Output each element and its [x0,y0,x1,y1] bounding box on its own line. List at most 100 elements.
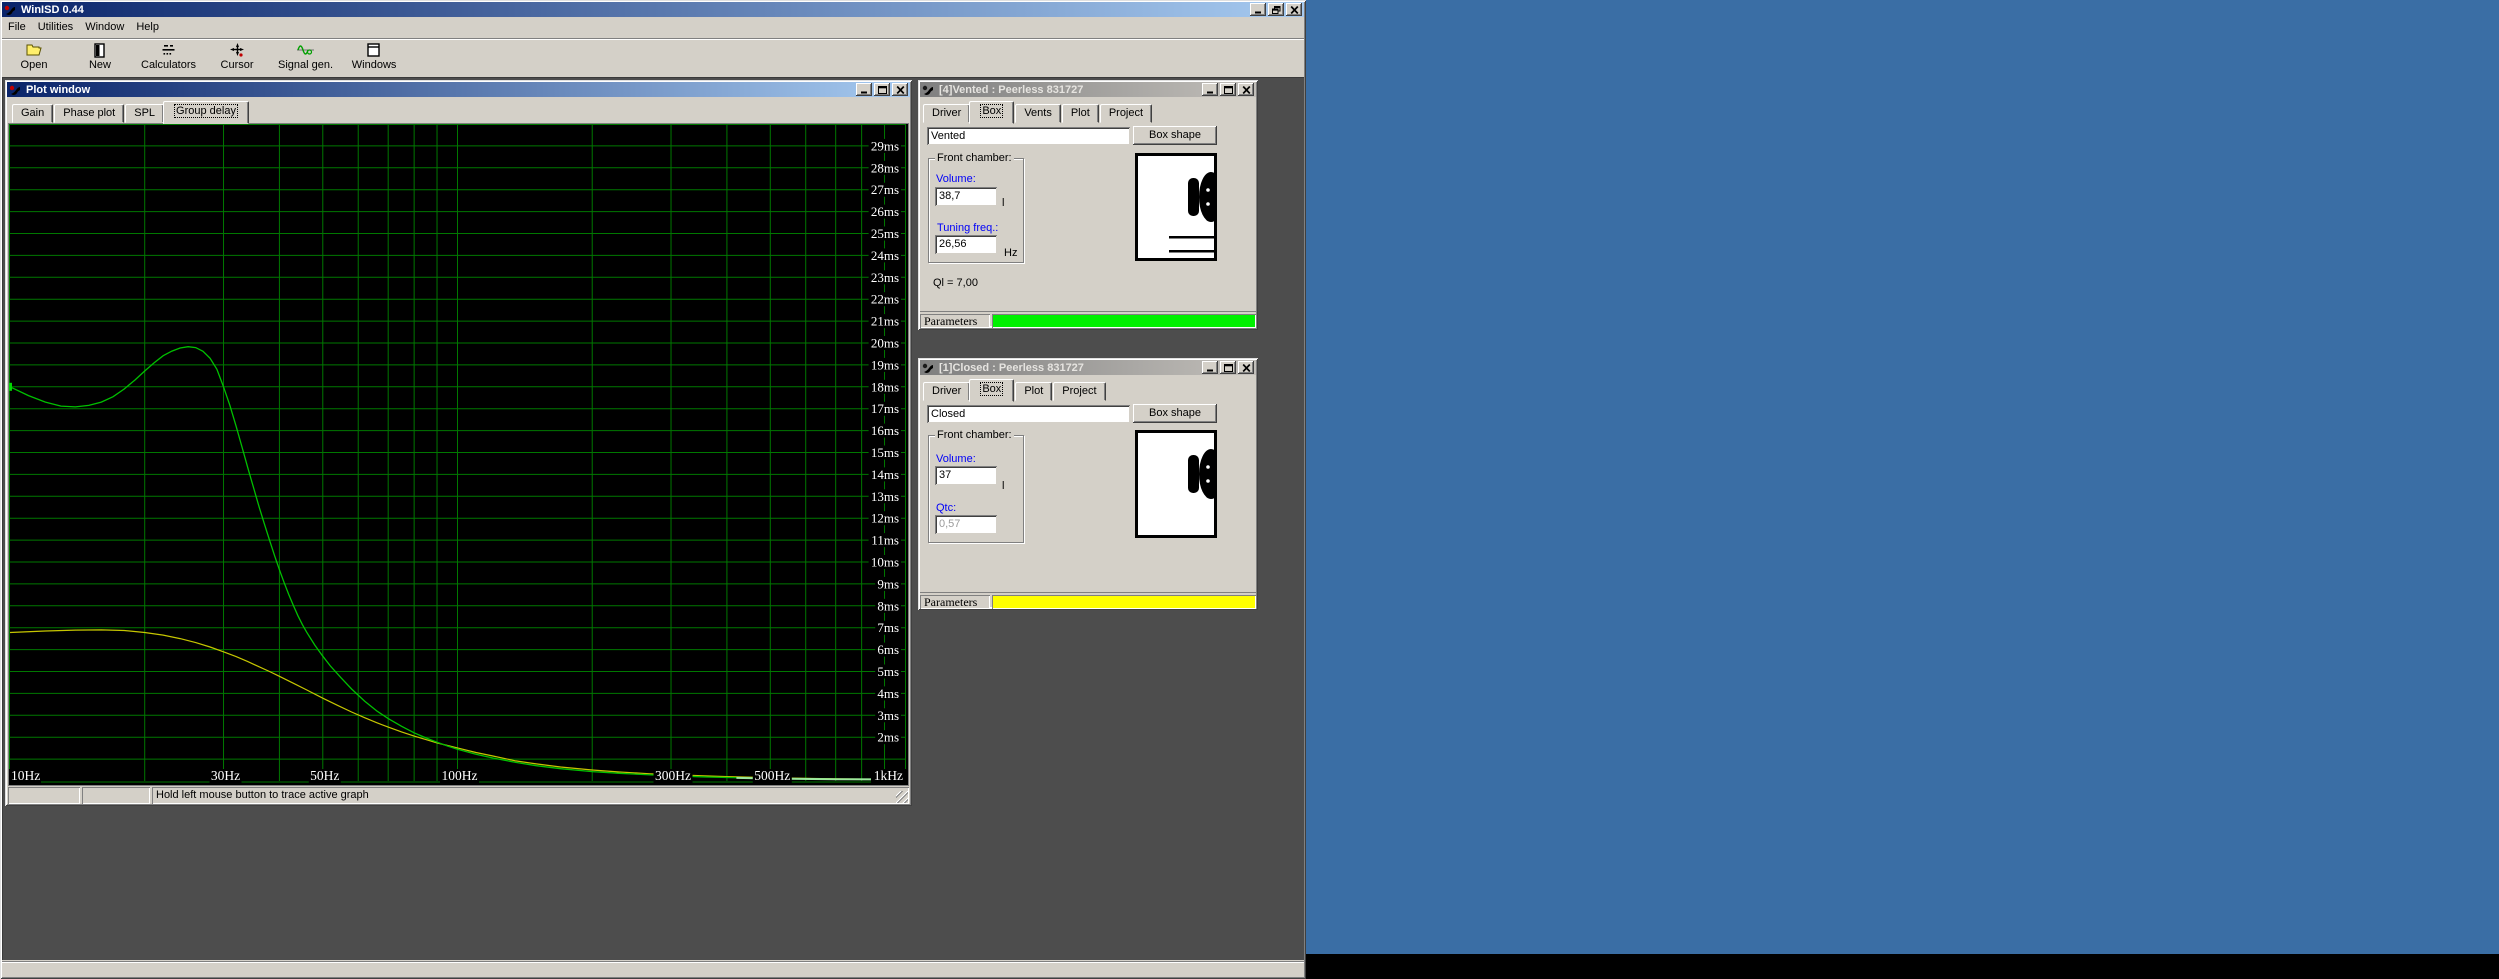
plot-minimize-button[interactable] [856,83,872,96]
toolbar-cursor-button[interactable]: Cursor [209,42,265,71]
toolbar-label: Calculators [141,59,196,71]
svg-text:15ms: 15ms [871,445,899,460]
closed-maximize-button[interactable] [1220,361,1236,374]
calculator-icon [160,42,177,58]
vented-tab-box[interactable]: Box [969,101,1014,124]
window-title: WinISD 0.44 [21,4,84,16]
vented-titlebar[interactable]: [4]Vented : Peerless 831727 [920,82,1256,97]
window-icon [366,42,383,58]
plot-tab-phase-plot[interactable]: Phase plot [54,104,124,123]
svg-text:500Hz: 500Hz [754,768,790,783]
svg-text:11ms: 11ms [871,533,899,548]
group-delay-plot[interactable]: 2ms3ms4ms5ms6ms7ms8ms9ms10ms11ms12ms13ms… [9,124,908,785]
closed-box-shape-button[interactable]: Box shape [1133,404,1217,423]
svg-text:26ms: 26ms [871,204,899,219]
vented-parameters-row: Parameters [920,311,1256,328]
svg-text:8ms: 8ms [877,598,899,613]
closed-box-type-field[interactable]: Closed [927,405,1130,423]
vented-volume-field[interactable]: 38,7 [935,187,997,206]
tuning-freq-label: Tuning freq.: [937,222,998,234]
vented-box-window: [4]Vented : Peerless 831727 DriverBoxVen… [918,80,1258,330]
toolbar-calculators-button[interactable]: Calculators [138,42,199,71]
svg-text:50Hz: 50Hz [310,768,339,783]
vented-tab-plot[interactable]: Plot [1062,104,1099,123]
closed-tab-project[interactable]: Project [1053,382,1105,401]
plot-status-message: Hold left mouse button to trace active g… [152,787,909,804]
tuning-unit: Hz [1004,247,1017,259]
plot-maximize-button[interactable] [874,83,890,96]
plot-tab-gain[interactable]: Gain [12,104,53,123]
vented-minimize-button[interactable] [1202,83,1218,96]
toolbar-label: New [89,59,111,71]
svg-text:25ms: 25ms [871,226,899,241]
restore-button[interactable] [1268,3,1284,16]
closed-tab-driver[interactable]: Driver [923,382,970,401]
vented-tab-project[interactable]: Project [1100,104,1152,123]
closed-window-title: [1]Closed : Peerless 831727 [939,362,1084,374]
resize-grip[interactable] [896,791,908,803]
svg-text:10Hz: 10Hz [11,768,40,783]
vented-tab-driver[interactable]: Driver [923,104,970,123]
svg-text:12ms: 12ms [871,511,899,526]
menu-window[interactable]: Window [79,18,130,36]
svg-text:1kHz: 1kHz [874,768,903,783]
app-icon [4,4,16,16]
plot-tab-group-delay[interactable]: Group delay [163,101,249,124]
svg-text:14ms: 14ms [871,467,899,482]
plot-status-bar: Hold left mouse button to trace active g… [8,787,909,804]
plot-tab-spl[interactable]: SPL [125,104,164,123]
closed-volume-field[interactable]: 37 [935,466,997,485]
vented-parameters-button[interactable]: Parameters [920,314,990,328]
svg-text:28ms: 28ms [871,160,899,175]
vented-window-icon [922,84,934,96]
svg-text:3ms: 3ms [877,708,899,723]
plot-window-icon [9,84,21,96]
close-button[interactable] [1286,3,1302,16]
svg-text:18ms: 18ms [871,379,899,394]
minimize-button[interactable] [1250,3,1266,16]
closed-minimize-button[interactable] [1202,361,1218,374]
plot-status-panel-1 [8,787,80,804]
toolbar-label: Cursor [221,59,254,71]
svg-text:4ms: 4ms [877,686,899,701]
closed-tab-box[interactable]: Box [969,379,1014,402]
vented-maximize-button[interactable] [1220,83,1236,96]
vented-tuning-field[interactable]: 26,56 [935,235,997,254]
menu-file[interactable]: File [2,18,32,36]
closed-close-button[interactable] [1238,361,1254,374]
closed-qtc-field[interactable]: 0,57 [935,515,997,534]
svg-text:300Hz: 300Hz [655,768,691,783]
vented-tab-vents[interactable]: Vents [1015,104,1061,123]
menu-help[interactable]: Help [130,18,165,36]
closed-tab-bar: DriverBoxPlotProject [923,377,1107,401]
main-titlebar[interactable]: WinISD 0.44 [2,2,1304,17]
volume-label: Volume: [936,453,976,465]
vented-close-button[interactable] [1238,83,1254,96]
toolbar-label: Windows [352,59,397,71]
closed-titlebar[interactable]: [1]Closed : Peerless 831727 [920,360,1256,375]
plot-window-titlebar[interactable]: Plot window [7,82,910,97]
svg-text:20ms: 20ms [871,336,899,351]
closed-parameters-button[interactable]: Parameters [920,595,990,609]
plot-status-panel-2 [82,787,150,804]
plot-close-button[interactable] [892,83,908,96]
toolbar-windows-button[interactable]: Windows [346,42,402,71]
vented-parameters-bar [992,314,1256,328]
toolbar-open-button[interactable]: Open [6,42,62,71]
toolbar-signal-gen-button[interactable]: Signal gen. [275,42,336,71]
vented-box-type-field[interactable]: Vented [927,127,1130,145]
vented-tab-bar: DriverBoxVentsPlotProject [923,99,1153,123]
closed-tab-plot[interactable]: Plot [1015,382,1052,401]
toolbar-new-button[interactable]: New [72,42,128,71]
closed-parameters-bar [992,595,1256,609]
svg-text:21ms: 21ms [871,314,899,329]
closed-box-shape-image [1135,430,1217,538]
volume-unit: l [1002,197,1004,209]
menu-utilities[interactable]: Utilities [32,18,79,36]
vented-box-shape-button[interactable]: Box shape [1133,126,1217,145]
svg-text:23ms: 23ms [871,270,899,285]
svg-text:2ms: 2ms [877,730,899,745]
svg-text:30Hz: 30Hz [211,768,240,783]
closed-window-icon [922,362,934,374]
svg-text:17ms: 17ms [871,401,899,416]
